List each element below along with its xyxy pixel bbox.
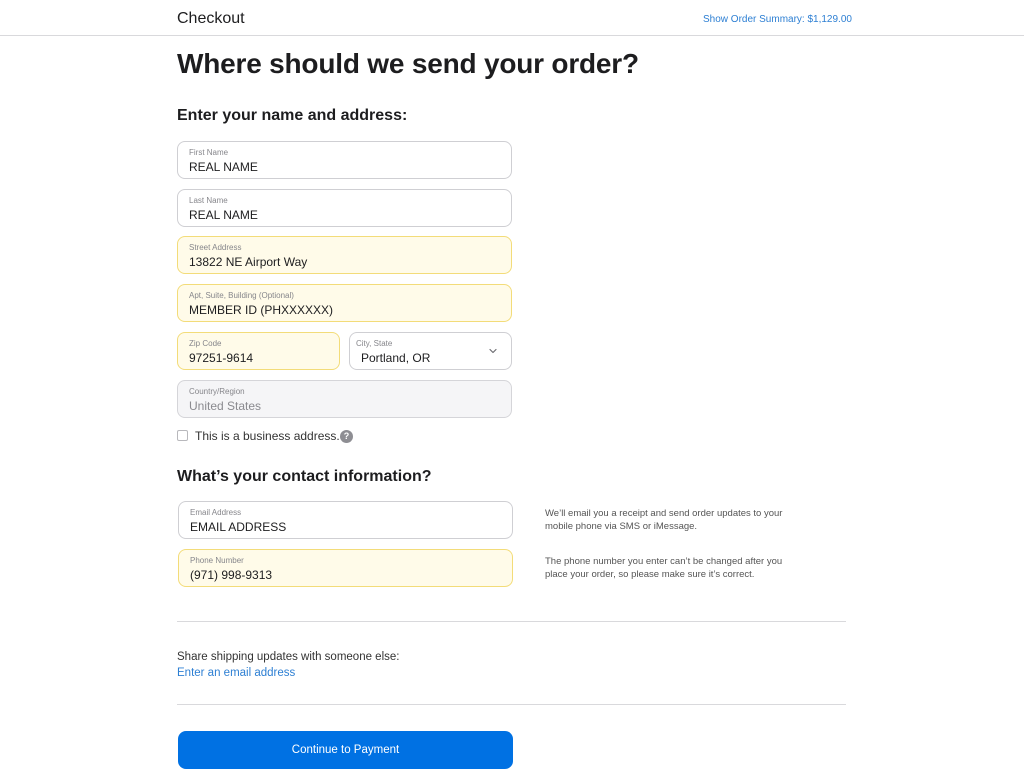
business-address-label[interactable]: This is a business address.: [195, 429, 340, 443]
city-state-select[interactable]: City, State Portland, OR: [349, 332, 512, 370]
help-icon[interactable]: ?: [340, 430, 353, 443]
phone-note: The phone number you enter can’t be chan…: [545, 556, 783, 580]
chevron-down-icon: [489, 348, 497, 354]
email-address-field[interactable]: Email Address EMAIL ADDRESS: [178, 501, 513, 539]
apt-suite-value: MEMBER ID (PHXXXXXX): [189, 303, 334, 317]
contact-section-heading: What’s your contact information?: [177, 468, 432, 485]
header-title: Checkout: [177, 10, 245, 27]
checkout-header: Checkout Show Order Summary: $1,129.00: [0, 0, 1024, 36]
email-note: We’ll email you a receipt and send order…: [545, 508, 783, 532]
country-region-field: Country/Region United States: [177, 380, 512, 418]
first-name-label: First Name: [189, 148, 229, 157]
business-address-checkbox[interactable]: [177, 430, 188, 441]
show-order-summary-link[interactable]: Show Order Summary: $1,129.00: [703, 14, 852, 25]
phone-number-field[interactable]: Phone Number (971) 998-9313: [178, 549, 513, 587]
city-state-value: Portland, OR: [361, 351, 431, 365]
divider: [177, 621, 846, 622]
apt-suite-field[interactable]: Apt, Suite, Building (Optional) MEMBER I…: [177, 284, 512, 322]
enter-email-link[interactable]: Enter an email address: [177, 667, 295, 679]
zip-code-value: 97251-9614: [189, 351, 254, 365]
address-section-heading: Enter your name and address:: [177, 107, 408, 124]
country-region-label: Country/Region: [189, 387, 245, 396]
phone-number-label: Phone Number: [190, 556, 244, 565]
street-address-field[interactable]: Street Address 13822 NE Airport Way: [177, 236, 512, 274]
country-region-value: United States: [189, 399, 262, 413]
zip-code-label: Zip Code: [189, 339, 222, 348]
divider: [177, 704, 846, 705]
continue-to-payment-button[interactable]: Continue to Payment: [178, 731, 513, 769]
email-address-label: Email Address: [190, 508, 242, 517]
last-name-value: REAL NAME: [189, 208, 258, 222]
phone-number-value: (971) 998-9313: [190, 568, 273, 582]
street-address-value: 13822 NE Airport Way: [189, 255, 308, 269]
first-name-field[interactable]: First Name REAL NAME: [177, 141, 512, 179]
first-name-value: REAL NAME: [189, 160, 258, 174]
last-name-label: Last Name: [189, 196, 228, 205]
street-address-label: Street Address: [189, 243, 242, 252]
email-address-value: EMAIL ADDRESS: [190, 520, 287, 534]
page-title: Where should we send your order?: [177, 48, 639, 79]
share-updates-text: Share shipping updates with someone else…: [177, 651, 400, 663]
city-state-label: City, State: [356, 339, 393, 348]
apt-suite-label: Apt, Suite, Building (Optional): [189, 291, 294, 300]
last-name-field[interactable]: Last Name REAL NAME: [177, 189, 512, 227]
zip-code-field[interactable]: Zip Code 97251-9614: [177, 332, 340, 370]
